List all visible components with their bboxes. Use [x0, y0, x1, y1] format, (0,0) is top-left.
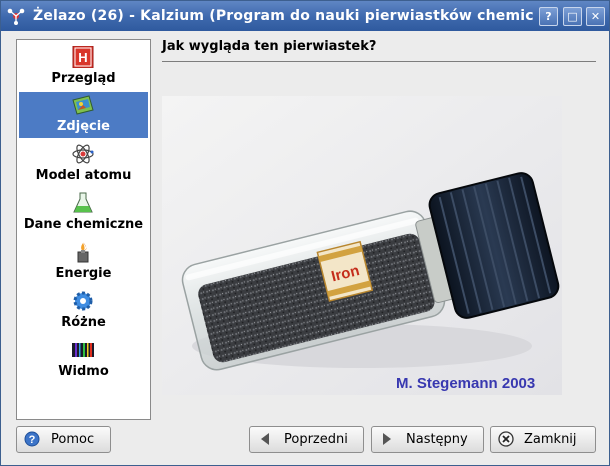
- close-button[interactable]: Zamknij: [490, 426, 596, 453]
- sidebar-item-label: Zdjęcie: [57, 119, 110, 134]
- kalzium-app-icon[interactable]: [7, 7, 25, 25]
- element-photo: Iron M. Stegemann 2003: [162, 96, 562, 395]
- next-button-label: Następny: [406, 432, 468, 447]
- page-title: Jak wygląda ten pierwiastek?: [162, 39, 377, 54]
- back-arrow-icon: [261, 433, 269, 445]
- chemical-data-icon: [73, 192, 93, 213]
- sidebar-item-label: Model atomu: [35, 168, 132, 183]
- help-icon: ?: [24, 431, 40, 447]
- close-button-label: Zamknij: [524, 432, 577, 447]
- sidebar-item-atom-model[interactable]: Model atomu: [19, 141, 148, 187]
- window-title: Żelazo (26) - Kalzium (Program do nauki …: [33, 8, 533, 24]
- sidebar-item-label: Energie: [55, 266, 112, 281]
- sidebar-item-overview[interactable]: H Przegląd: [19, 44, 148, 90]
- previous-button[interactable]: Poprzedni: [249, 426, 364, 453]
- previous-button-label: Poprzedni: [284, 432, 348, 447]
- overview-icon: H: [72, 46, 94, 68]
- atom-model-icon: [72, 144, 94, 164]
- close-title-button[interactable]: ✕: [586, 7, 605, 26]
- kalzium-window: Żelazo (26) - Kalzium (Program do nauki …: [0, 0, 610, 466]
- forward-arrow-icon: [383, 433, 391, 445]
- sidebar-item-picture[interactable]: Zdjęcie: [19, 92, 148, 138]
- title-bar[interactable]: Żelazo (26) - Kalzium (Program do nauki …: [1, 1, 609, 31]
- sidebar-nav: H Przegląd Zdjęcie Model atomu Dane chem…: [16, 39, 151, 420]
- help-button-label: Pomoc: [51, 432, 95, 447]
- help-title-button[interactable]: ?: [539, 7, 558, 26]
- help-button[interactable]: ? Pomoc: [16, 426, 111, 453]
- sidebar-item-label: Dane chemiczne: [23, 217, 144, 232]
- sidebar-item-label: Widmo: [58, 364, 109, 379]
- picture-icon: [72, 95, 94, 115]
- sidebar-item-misc[interactable]: Różne: [19, 288, 148, 334]
- next-button[interactable]: Następny: [371, 426, 484, 453]
- sidebar-item-label: Różne: [61, 315, 106, 330]
- sidebar-item-spectrum[interactable]: Widmo: [19, 337, 148, 383]
- energy-icon: [77, 242, 89, 263]
- svg-text:H: H: [78, 50, 87, 65]
- photo-caption: M. Stegemann 2003: [396, 375, 535, 392]
- dialog-content: H Przegląd Zdjęcie Model atomu Dane chem…: [1, 32, 609, 465]
- spectrum-icon: [72, 343, 94, 357]
- sidebar-item-chemical-data[interactable]: Dane chemiczne: [19, 190, 148, 236]
- sidebar-item-energies[interactable]: Energie: [19, 239, 148, 285]
- misc-icon: [73, 291, 93, 311]
- maximize-button[interactable]: □: [563, 7, 582, 26]
- sidebar-item-label: Przegląd: [51, 71, 116, 86]
- heading-divider: [162, 61, 596, 62]
- close-icon: [498, 431, 514, 447]
- svg-text:?: ?: [29, 434, 36, 446]
